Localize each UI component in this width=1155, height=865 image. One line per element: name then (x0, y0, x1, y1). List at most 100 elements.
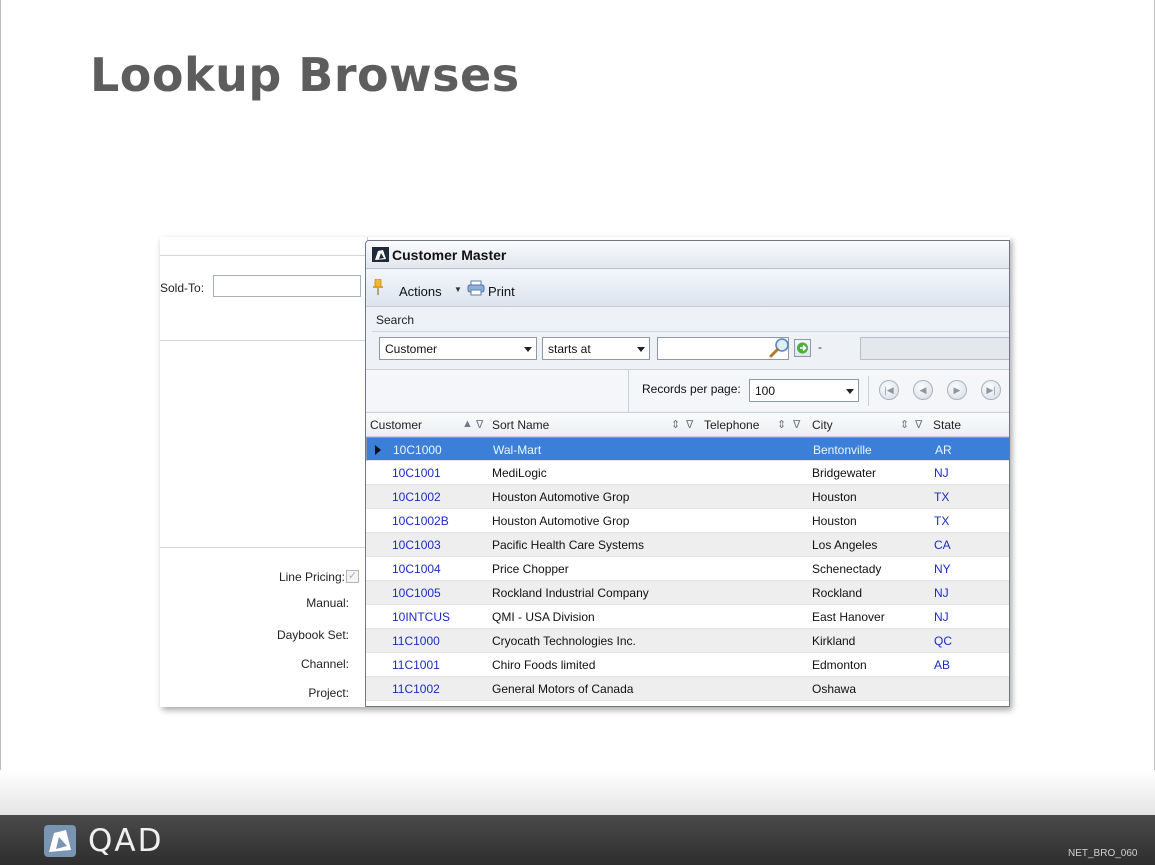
cell-city: Schenectady (812, 562, 882, 576)
cell-city: Houston (812, 490, 857, 504)
cell-customer[interactable]: 11C1001 (392, 658, 440, 672)
chevron-down-icon (524, 347, 532, 352)
form-divider (160, 340, 368, 341)
cell-sort-name: Houston Automotive Grop (492, 490, 630, 504)
table-row[interactable]: 10C1001 MediLogic Bridgewater NJ (366, 461, 1009, 485)
search-field-select[interactable]: Customer (379, 337, 537, 360)
qad-brand-text: QAD (88, 823, 164, 859)
go-button[interactable] (794, 339, 811, 357)
actions-dropdown-icon[interactable]: ▼ (454, 285, 462, 294)
column-header-city[interactable]: City (812, 418, 833, 432)
sold-to-label: Sold-To: (160, 281, 205, 295)
cell-sort-name: Cryocath Technologies Inc. (492, 634, 636, 648)
window-titlebar[interactable]: Customer Master (366, 241, 1009, 269)
cell-customer[interactable]: 10INTCUS (392, 610, 450, 624)
print-button[interactable]: Print (488, 284, 515, 299)
table-row[interactable]: 11C1001 Chiro Foods limited Edmonton AB (366, 653, 1009, 677)
slide-code: NET_BRO_060 (1068, 848, 1138, 859)
cell-sort-name: Pacific Health Care Systems (492, 538, 645, 552)
qad-logo-icon (44, 825, 76, 857)
cell-city: East Hanover (812, 610, 885, 624)
cell-customer[interactable]: 10C1005 (392, 586, 441, 600)
column-header-sort-name[interactable]: Sort Name (492, 418, 549, 432)
cell-customer[interactable]: 10C1000 (393, 443, 442, 457)
cell-sort-name: Rockland Industrial Company (492, 586, 649, 600)
column-header-telephone[interactable]: Telephone (704, 418, 759, 432)
cell-city: Houston (812, 514, 857, 528)
table-row[interactable]: 11C1000 Cryocath Technologies Inc. Kirkl… (366, 629, 1009, 653)
filter-icon[interactable]: ∇ (686, 418, 693, 431)
project-label: Project: (308, 686, 349, 700)
table-row[interactable]: 10C1000 Wal-Mart Bentonville AR (366, 437, 1009, 461)
cell-state: AR (935, 443, 952, 457)
cell-sort-name: Houston Automotive Grop (492, 514, 630, 528)
table-row[interactable]: 10INTCUS QMI - USA Division East Hanover… (366, 605, 1009, 629)
sort-icon[interactable]: ⇕ (777, 418, 786, 431)
table-row[interactable]: 10C1003 Pacific Health Care Systems Los … (366, 533, 1009, 557)
table-row[interactable]: 10C1005 Rockland Industrial Company Rock… (366, 581, 1009, 605)
table-row[interactable]: 10C1002 Houston Automotive Grop Houston … (366, 485, 1009, 509)
search-to-input[interactable] (860, 337, 1009, 360)
sort-icon[interactable]: ⇕ (671, 418, 680, 431)
line-pricing-label: Line Pricing: (278, 570, 345, 584)
records-per-page-select[interactable]: 100 (749, 379, 859, 402)
filter-icon[interactable]: ∇ (476, 418, 483, 431)
footer-gradient (0, 770, 1155, 818)
records-per-page-label: Records per page: (642, 382, 741, 396)
form-divider (160, 547, 368, 548)
pager-divider (628, 370, 629, 412)
pager-divider (868, 376, 869, 406)
next-page-icon[interactable]: ▶ (947, 380, 967, 400)
screenshot-panel: Sold-To: Line Pricing: ✓ Manual: Daybook… (160, 237, 1010, 707)
last-page-icon[interactable]: ▶| (981, 380, 1001, 400)
sort-icon[interactable]: ⇕ (900, 418, 909, 431)
slide-left-border (0, 0, 1, 810)
printer-icon[interactable] (467, 280, 485, 296)
range-separator: - (818, 340, 822, 354)
column-header-state[interactable]: State (933, 418, 961, 432)
pin-icon[interactable] (373, 279, 383, 295)
grid-header: Customer ▲ ∇ Sort Name ⇕ ∇ Telephone ⇕ ∇… (366, 413, 1009, 437)
cell-state: QC (934, 634, 952, 648)
current-row-indicator-icon (375, 445, 381, 455)
cell-sort-name: General Motors of Canada (492, 682, 634, 696)
results-grid: Customer ▲ ∇ Sort Name ⇕ ∇ Telephone ⇕ ∇… (366, 412, 1009, 706)
cell-sort-name: Wal-Mart (493, 443, 542, 457)
cell-city: Kirkland (812, 634, 856, 648)
filter-icon[interactable]: ∇ (793, 418, 800, 431)
cell-city: Edmonton (812, 658, 867, 672)
table-row[interactable]: 11C1002 General Motors of Canada Oshawa (366, 677, 1009, 701)
cell-customer[interactable]: 10C1004 (392, 562, 441, 576)
table-row[interactable]: 10C1002B Houston Automotive Grop Houston… (366, 509, 1009, 533)
cell-customer[interactable]: 10C1002B (392, 514, 449, 528)
sold-to-input[interactable] (213, 275, 361, 297)
cell-city: Bentonville (813, 443, 872, 457)
column-header-customer[interactable]: Customer (370, 418, 422, 432)
cell-city: Bridgewater (812, 466, 877, 480)
cell-city: Los Angeles (812, 538, 878, 552)
first-page-icon[interactable]: |◀ (879, 380, 899, 400)
actions-menu-button[interactable]: Actions (399, 284, 442, 299)
search-operator-select[interactable]: starts at (542, 337, 650, 360)
filter-icon[interactable]: ∇ (915, 418, 922, 431)
cell-customer[interactable]: 11C1002 (392, 682, 440, 696)
daybook-set-label: Daybook Set: (276, 628, 349, 642)
chevron-down-icon (637, 347, 645, 352)
cell-customer[interactable]: 10C1003 (392, 538, 441, 552)
cell-customer[interactable]: 11C1000 (392, 634, 440, 648)
chevron-down-icon (846, 389, 854, 394)
cell-state: CA (934, 538, 951, 552)
window-toolbar: Actions ▼ Print (366, 270, 1009, 307)
search-icon[interactable] (769, 337, 791, 359)
sort-ascending-icon[interactable]: ▲ (462, 418, 473, 430)
previous-page-icon[interactable]: ◀ (913, 380, 933, 400)
table-row[interactable]: 10C1004 Price Chopper Schenectady NY (366, 557, 1009, 581)
line-pricing-checkbox[interactable]: ✓ (346, 570, 359, 583)
cell-customer[interactable]: 10C1002 (392, 490, 441, 504)
slide-footer: QAD NET_BRO_060 (0, 815, 1155, 865)
search-operator-value: starts at (548, 342, 591, 356)
cell-state: NJ (934, 466, 949, 480)
cell-city: Rockland (812, 586, 863, 600)
cell-customer[interactable]: 10C1001 (392, 466, 441, 480)
window-title: Customer Master (392, 247, 507, 263)
